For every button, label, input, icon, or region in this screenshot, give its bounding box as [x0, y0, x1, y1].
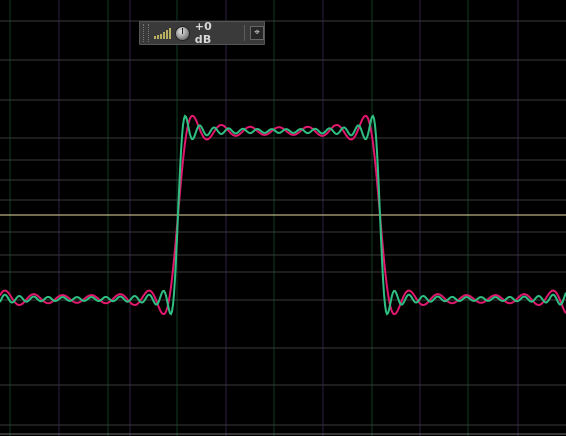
- grid: [0, 0, 566, 436]
- volume-hud[interactable]: +0 dB ⌖: [139, 20, 265, 46]
- waveform-view[interactable]: [0, 0, 566, 436]
- gain-readout: +0 dB: [194, 20, 213, 46]
- pin-icon[interactable]: ⌖: [250, 26, 264, 40]
- hud-divider: [244, 25, 246, 41]
- volume-meter-icon: [153, 27, 171, 39]
- volume-knob-icon[interactable]: [174, 25, 190, 41]
- grip-icon[interactable]: [143, 24, 149, 42]
